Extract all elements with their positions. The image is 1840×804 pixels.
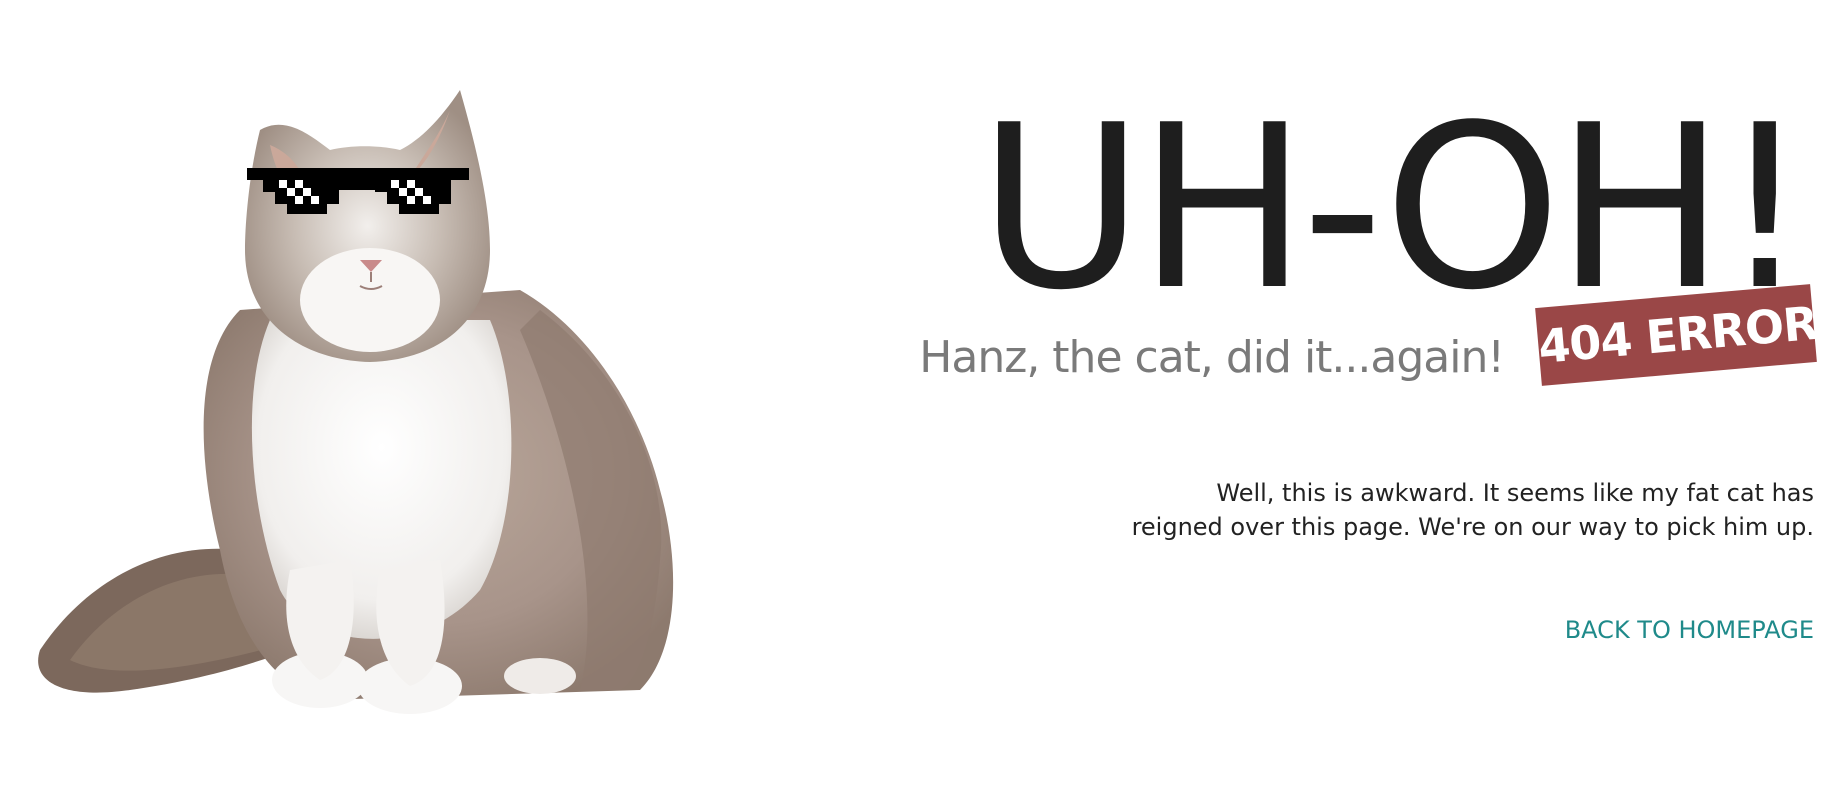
- headline: UH-OH!: [978, 77, 1810, 340]
- error-content: UH-OH! Hanz, the cat, did it...again! 40…: [914, 0, 1819, 804]
- error-message: Well, this is awkward. It seems like my …: [1054, 476, 1814, 544]
- cat-illustration: [20, 90, 780, 740]
- error-page: UH-OH! Hanz, the cat, did it...again! 40…: [0, 0, 1840, 804]
- message-line-1: Well, this is awkward. It seems like my …: [1216, 479, 1814, 507]
- cat-image: [38, 90, 674, 714]
- tagline: Hanz, the cat, did it...again!: [919, 332, 1505, 383]
- back-to-homepage-link[interactable]: BACK TO HOMEPAGE: [1565, 616, 1814, 644]
- message-line-2: reigned over this page. We're on our way…: [1131, 513, 1814, 541]
